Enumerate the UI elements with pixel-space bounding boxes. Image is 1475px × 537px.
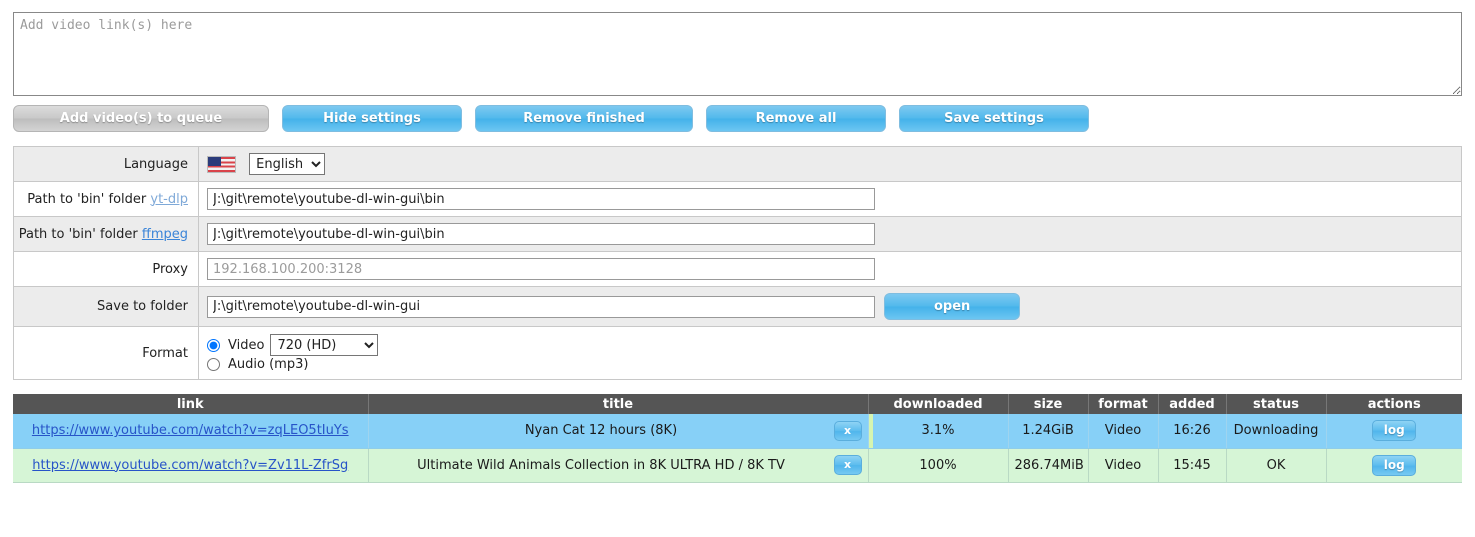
- row-link-cell: https://www.youtube.com/watch?v=zqLEO5tI…: [13, 414, 369, 449]
- format-video-radio[interactable]: [207, 338, 220, 352]
- row-size-cell: 286.74MiB: [1008, 448, 1089, 483]
- table-row: https://www.youtube.com/watch?v=Zv11L-Zf…: [13, 448, 1462, 483]
- settings-row-save-folder: Save to folder open: [13, 286, 1462, 327]
- header-format: format: [1088, 394, 1159, 414]
- ffmpeg-path-value-cell: [198, 216, 1462, 252]
- add-videos-to-queue-button[interactable]: Add video(s) to queue: [13, 105, 269, 132]
- save-folder-label: Save to folder: [13, 286, 199, 327]
- format-audio-label: Audio (mp3): [228, 357, 309, 372]
- proxy-input[interactable]: [207, 258, 875, 280]
- format-video-label: Video: [228, 337, 265, 353]
- video-quality-select[interactable]: 720 (HD): [270, 334, 379, 356]
- settings-row-format: Format Video 720 (HD) Audio (mp3): [13, 326, 1462, 380]
- hide-settings-button[interactable]: Hide settings: [282, 105, 462, 132]
- downloaded-percent: 3.1%: [921, 423, 955, 439]
- download-queue-table: link title downloaded size format added …: [13, 394, 1462, 483]
- remove-row-button[interactable]: x: [833, 420, 862, 441]
- row-downloaded-cell: 3.1%: [868, 414, 1009, 449]
- row-added-cell: 15:45: [1158, 448, 1227, 483]
- header-downloaded: downloaded: [868, 394, 1009, 414]
- row-title-cell: Nyan Cat 12 hours (8K) x: [368, 414, 869, 449]
- ffmpeg-path-input[interactable]: [207, 223, 875, 245]
- header-title: title: [368, 394, 869, 414]
- save-folder-value-cell: open: [198, 286, 1462, 327]
- ffmpeg-link[interactable]: ffmpeg: [142, 227, 188, 242]
- header-size: size: [1008, 394, 1089, 414]
- settings-row-ffmpeg-path: Path to 'bin' folder ffmpeg: [13, 216, 1462, 252]
- open-folder-button[interactable]: open: [884, 293, 1021, 320]
- settings-row-ytdlp-path: Path to 'bin' folder yt-dlp: [13, 181, 1462, 217]
- format-audio-row: Audio (mp3): [207, 357, 1453, 372]
- format-video-row: Video 720 (HD): [207, 334, 1453, 356]
- row-size-cell: 1.24GiB: [1008, 414, 1089, 449]
- ytdlp-path-label-text: Path to 'bin' folder: [27, 191, 147, 207]
- ffmpeg-path-label-text: Path to 'bin' folder: [18, 226, 138, 242]
- row-title-cell: Ultimate Wild Animals Collection in 8K U…: [368, 448, 869, 483]
- video-link[interactable]: https://www.youtube.com/watch?v=zqLEO5tI…: [32, 423, 349, 438]
- header-actions: actions: [1326, 394, 1462, 414]
- proxy-label: Proxy: [13, 251, 199, 287]
- format-audio-radio[interactable]: [207, 358, 220, 371]
- row-actions-cell: log: [1326, 414, 1462, 449]
- header-status: status: [1226, 394, 1327, 414]
- table-row: https://www.youtube.com/watch?v=zqLEO5tI…: [13, 414, 1462, 449]
- queue-header-row: link title downloaded size format added …: [13, 394, 1462, 414]
- ytdlp-path-value-cell: [198, 181, 1462, 217]
- video-title: Ultimate Wild Animals Collection in 8K U…: [417, 457, 785, 473]
- log-button[interactable]: log: [1372, 420, 1417, 442]
- status-badge: Downloading: [1226, 414, 1327, 449]
- ytdlp-link[interactable]: yt-dlp: [150, 192, 188, 207]
- ffmpeg-path-label: Path to 'bin' folder ffmpeg: [13, 216, 199, 252]
- row-added-cell: 16:26: [1158, 414, 1227, 449]
- language-label: Language: [13, 146, 199, 182]
- downloaded-percent: 100%: [919, 457, 957, 473]
- ytdlp-path-label: Path to 'bin' folder yt-dlp: [13, 181, 199, 217]
- us-flag-icon: [207, 155, 236, 173]
- ytdlp-path-input[interactable]: [207, 188, 875, 210]
- status-badge: OK: [1226, 448, 1327, 483]
- settings-table: Language English Path to 'bin' folder yt…: [13, 146, 1462, 380]
- progress-bar-fill: [868, 414, 873, 448]
- language-select[interactable]: English: [249, 153, 326, 175]
- remove-row-button[interactable]: x: [833, 455, 862, 475]
- row-actions-cell: log: [1326, 448, 1462, 483]
- video-links-textarea[interactable]: [13, 12, 1462, 96]
- remove-all-button[interactable]: Remove all: [706, 105, 886, 132]
- row-link-cell: https://www.youtube.com/watch?v=Zv11L-Zf…: [13, 448, 369, 483]
- link-input-area: [0, 0, 1475, 96]
- format-value-cell: Video 720 (HD) Audio (mp3): [198, 326, 1462, 380]
- settings-row-language: Language English: [13, 146, 1462, 182]
- remove-finished-button[interactable]: Remove finished: [475, 105, 693, 132]
- log-button[interactable]: log: [1372, 454, 1417, 476]
- header-link: link: [13, 394, 369, 414]
- header-added: added: [1158, 394, 1227, 414]
- app-window: Add video(s) to queue Hide settings Remo…: [0, 0, 1475, 537]
- video-link[interactable]: https://www.youtube.com/watch?v=Zv11L-Zf…: [32, 458, 348, 473]
- toolbar: Add video(s) to queue Hide settings Remo…: [0, 96, 1475, 132]
- save-folder-input[interactable]: [207, 295, 875, 318]
- proxy-value-cell: [198, 251, 1462, 287]
- row-format-cell: Video: [1088, 448, 1159, 483]
- video-title: Nyan Cat 12 hours (8K): [524, 423, 678, 439]
- settings-row-proxy: Proxy: [13, 251, 1462, 287]
- format-label: Format: [13, 326, 199, 380]
- row-format-cell: Video: [1088, 414, 1159, 449]
- language-value-cell: English: [198, 146, 1462, 182]
- row-downloaded-cell: 100%: [868, 448, 1009, 483]
- save-settings-button[interactable]: Save settings: [899, 105, 1089, 132]
